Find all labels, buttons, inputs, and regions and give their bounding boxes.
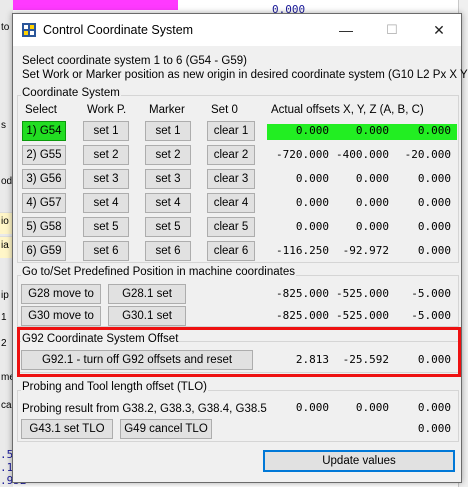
clear-5-button[interactable]: clear 5 <box>207 217 255 237</box>
work-set-6-button[interactable]: set 6 <box>83 241 129 261</box>
g59-x-offset: -116.250 <box>276 244 329 257</box>
g28-x-value: -825.000 <box>276 287 329 300</box>
probing-x-value: 0.000 <box>295 401 329 414</box>
title-bar[interactable]: Control Coordinate System — ☐ ✕ <box>13 14 461 46</box>
work-set-1-button[interactable]: set 1 <box>83 121 129 141</box>
g56-z-offset: 0.000 <box>417 172 451 185</box>
g57-z-offset: 0.000 <box>417 196 451 209</box>
set-tlo-button[interactable]: G43.1 set TLO <box>21 419 113 439</box>
g59-y-offset: -92.972 <box>342 244 389 257</box>
g55-x-offset: -720.000 <box>276 148 329 161</box>
g28-move-button[interactable]: G28 move to <box>21 284 101 304</box>
window-title: Control Coordinate System <box>43 23 194 37</box>
probing-result-label: Probing result from G38.2, G38.3, G38.4,… <box>22 403 267 415</box>
g30-move-button[interactable]: G30 move to <box>21 306 101 326</box>
g58-x-offset: 0.000 <box>295 220 329 233</box>
marker-set-2-button[interactable]: set 2 <box>145 145 191 165</box>
g30-set-button[interactable]: G30.1 set <box>108 306 186 326</box>
g54-z-offset: 0.000 <box>417 124 451 137</box>
set0-column-header: Set 0 <box>211 104 238 116</box>
select-column-header: Select <box>25 104 57 116</box>
work-set-3-button[interactable]: set 3 <box>83 169 129 189</box>
cancel-tlo-button[interactable]: G49 cancel TLO <box>120 419 212 439</box>
background-label: od <box>1 176 13 187</box>
close-icon[interactable]: ✕ <box>416 14 462 46</box>
marker-set-1-button[interactable]: set 1 <box>145 121 191 141</box>
background-label: to <box>1 22 10 33</box>
clear-3-button[interactable]: clear 3 <box>207 169 255 189</box>
g54-x-offset: 0.000 <box>295 124 329 137</box>
g56-x-offset: 0.000 <box>295 172 329 185</box>
g59-z-offset: 0.000 <box>417 244 451 257</box>
instruction-line-2: Set Work or Marker position as new origi… <box>22 69 468 81</box>
marker-set-3-button[interactable]: set 3 <box>145 169 191 189</box>
g58-z-offset: 0.000 <box>417 220 451 233</box>
g55-y-offset: -400.000 <box>336 148 389 161</box>
g58-y-offset: 0.000 <box>355 220 389 233</box>
maximize-icon[interactable]: ☐ <box>369 14 415 46</box>
select-g57-button[interactable]: 4) G57 <box>22 193 66 213</box>
predefined-position-group-title: Go to/Set Predefined Position in machine… <box>21 266 296 278</box>
background-label: ia <box>1 240 9 251</box>
work-set-2-button[interactable]: set 2 <box>83 145 129 165</box>
app-icon <box>22 23 36 37</box>
work-set-4-button[interactable]: set 4 <box>83 193 129 213</box>
clear-4-button[interactable]: clear 4 <box>207 193 255 213</box>
probing-tlo-group-title: Probing and Tool length offset (TLO) <box>21 381 208 393</box>
g56-y-offset: 0.000 <box>355 172 389 185</box>
marker-set-4-button[interactable]: set 4 <box>145 193 191 213</box>
select-g54-button[interactable]: 1) G54 <box>22 121 66 141</box>
select-g56-button[interactable]: 3) G56 <box>22 169 66 189</box>
g57-y-offset: 0.000 <box>355 196 389 209</box>
g30-y-value: -525.000 <box>336 309 389 322</box>
select-g58-button[interactable]: 5) G58 <box>22 217 66 237</box>
g28-set-button[interactable]: G28.1 set <box>108 284 186 304</box>
background-label: io <box>1 216 9 227</box>
background-label: ca <box>1 400 12 411</box>
tlo-value: 0.000 <box>417 422 451 435</box>
g55-z-offset: -20.000 <box>404 148 451 161</box>
background-label: 2 <box>1 338 7 349</box>
instruction-line-1: Select coordinate system 1 to 6 (G54 - G… <box>22 55 247 67</box>
clear-2-button[interactable]: clear 2 <box>207 145 255 165</box>
background-label: 1 <box>1 312 7 323</box>
clear-1-button[interactable]: clear 1 <box>207 121 255 141</box>
work-column-header: Work P. <box>87 104 127 116</box>
background-label: ip <box>1 290 9 301</box>
probing-y-value: 0.000 <box>355 401 389 414</box>
g28-z-value: -5.000 <box>411 287 451 300</box>
marker-set-6-button[interactable]: set 6 <box>145 241 191 261</box>
control-coordinate-system-dialog: Control Coordinate System — ☐ ✕ Select c… <box>12 13 468 483</box>
probing-z-value: 0.000 <box>417 401 451 414</box>
g28-y-value: -525.000 <box>336 287 389 300</box>
background-label: s <box>1 120 6 131</box>
offsets-column-header: Actual offsets X, Y, Z (A, B, C) <box>271 104 424 116</box>
g57-x-offset: 0.000 <box>295 196 329 209</box>
update-values-button[interactable]: Update values <box>263 450 455 472</box>
marker-set-5-button[interactable]: set 5 <box>145 217 191 237</box>
select-g59-button[interactable]: 6) G59 <box>22 241 66 261</box>
background-magenta-bar <box>0 0 178 10</box>
g54-y-offset: 0.000 <box>355 124 389 137</box>
marker-column-header: Marker <box>149 104 185 116</box>
g30-z-value: -5.000 <box>411 309 451 322</box>
clear-6-button[interactable]: clear 6 <box>207 241 255 261</box>
work-set-5-button[interactable]: set 5 <box>83 217 129 237</box>
g92-highlight-box <box>17 327 461 377</box>
select-g55-button[interactable]: 2) G55 <box>22 145 66 165</box>
minimize-icon[interactable]: — <box>323 14 369 46</box>
coordinate-system-group-title: Coordinate System <box>21 87 121 99</box>
g30-x-value: -825.000 <box>276 309 329 322</box>
